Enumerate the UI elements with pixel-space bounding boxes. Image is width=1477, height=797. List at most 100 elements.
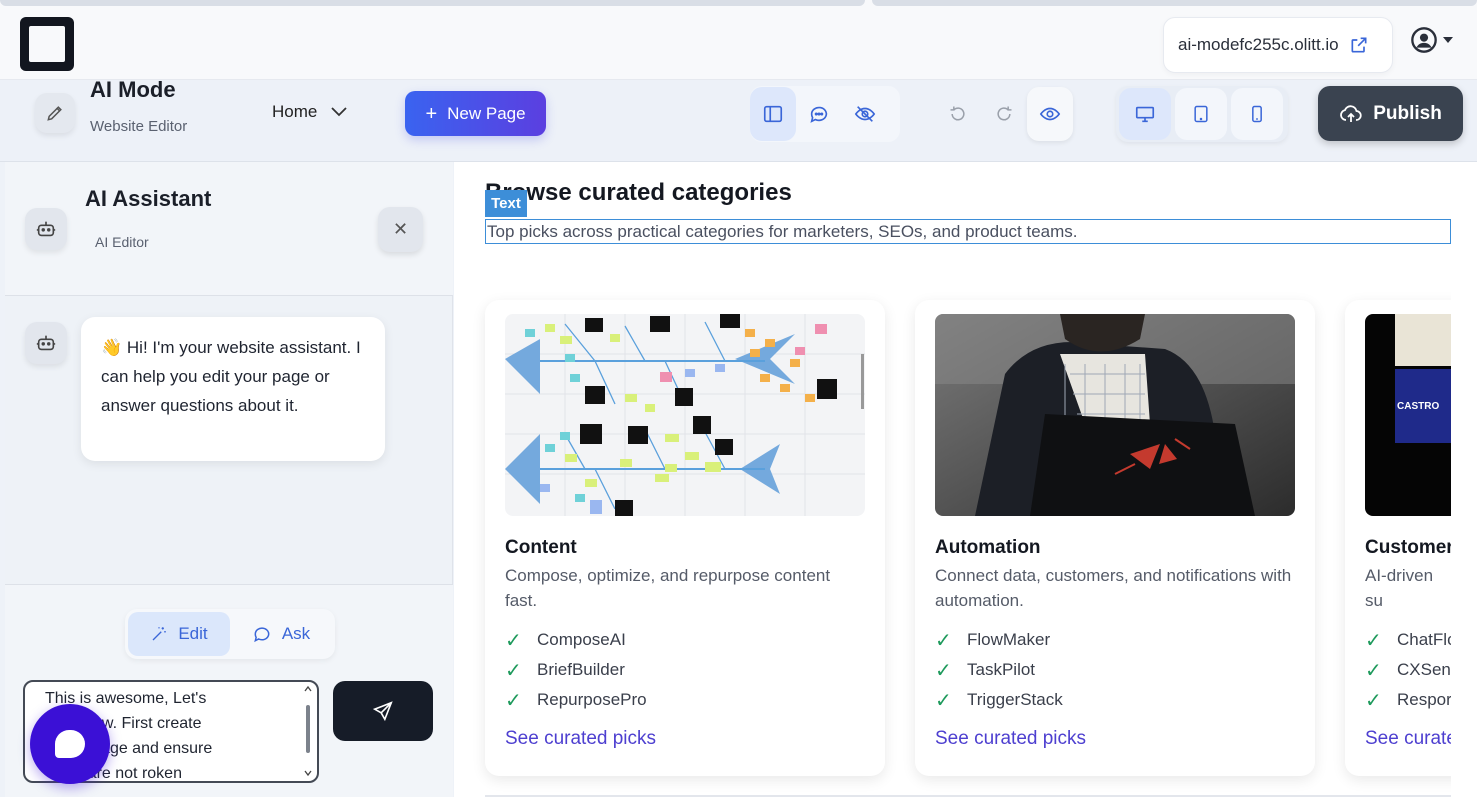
robot-icon <box>36 221 56 237</box>
list-item: ✓ TriggerStack <box>935 685 1063 715</box>
check-icon: ✓ <box>1365 689 1382 712</box>
publish-button[interactable]: Publish <box>1318 86 1463 141</box>
list-item: ✓ CXSens <box>1365 655 1459 685</box>
mindmap-image <box>505 314 865 516</box>
card-tool-list: ✓ ChatFlo ✓ CXSens ✓ Respor <box>1365 625 1459 715</box>
eye-off-icon <box>854 106 876 122</box>
send-message-button[interactable] <box>333 681 433 741</box>
card-image-laptop <box>935 314 1295 516</box>
chat-fab-icon[interactable] <box>30 704 110 784</box>
section-title[interactable]: Browse curated categories <box>485 179 792 207</box>
list-item: ✓ TaskPilot <box>935 655 1063 685</box>
desktop-view-button[interactable] <box>1119 88 1171 140</box>
editor-mode-button[interactable] <box>35 93 75 133</box>
card-description: Connect data, customers, and notificatio… <box>935 566 1292 610</box>
canvas-edge-mask <box>1451 292 1477 797</box>
chat-mode-toggle: Edit Ask <box>125 609 335 659</box>
check-icon: ✓ <box>1365 659 1382 682</box>
close-assistant-button[interactable]: ✕ <box>378 207 423 252</box>
check-icon: ✓ <box>505 629 522 652</box>
ask-mode-button[interactable]: Ask <box>230 612 332 656</box>
tool-name: RepurposePro <box>537 690 647 709</box>
preview-button[interactable] <box>1027 87 1073 141</box>
caret-down-icon <box>1443 37 1453 43</box>
see-curated-picks-link[interactable]: See curated picks <box>505 728 656 750</box>
text-element-tag: Text <box>485 190 527 217</box>
check-icon: ✓ <box>935 689 952 712</box>
browser-tab-strip-right <box>872 0 1477 6</box>
close-icon: ✕ <box>392 219 409 239</box>
document-paper <box>1395 314 1451 366</box>
user-menu[interactable] <box>1410 26 1454 54</box>
mobile-icon <box>1252 105 1262 123</box>
site-url-link[interactable]: ai-modefc255c.olitt.io <box>1163 17 1393 73</box>
cloud-upload-icon <box>1340 104 1362 122</box>
redo-button[interactable] <box>981 87 1027 141</box>
redo-icon <box>997 106 1012 121</box>
page-select-value: Home <box>272 102 318 121</box>
selected-text-element[interactable]: Top picks across practical categories fo… <box>485 219 1451 244</box>
tool-name: FlowMaker <box>967 630 1051 649</box>
list-item: ✓ Respor <box>1365 685 1459 715</box>
page-select-dropdown[interactable]: Home <box>272 102 347 122</box>
see-curated-picks-link[interactable]: See curated picks <box>935 728 1086 750</box>
sidebar-layout-icon <box>763 105 783 123</box>
site-url-text: ai-modefc255c.olitt.io <box>1178 35 1339 54</box>
desktop-icon <box>1135 106 1155 123</box>
undo-button[interactable] <box>935 87 981 141</box>
tool-name: ChatFlo <box>1397 630 1457 649</box>
undo-icon <box>950 106 965 121</box>
card-title: Customer <box>1365 537 1454 558</box>
list-item: ✓ BriefBuilder <box>505 655 647 685</box>
chevron-down-icon <box>331 107 347 117</box>
castro-label: CASTRO <box>1395 369 1451 443</box>
new-page-button[interactable]: + New Page <box>405 91 546 136</box>
mode-subtitle: Website Editor <box>90 118 188 135</box>
tablet-icon <box>1194 105 1208 123</box>
assistant-header: AI Assistant AI Editor ✕ <box>5 162 453 296</box>
toggle-comments-button[interactable] <box>796 87 842 141</box>
eye-icon <box>1039 107 1061 121</box>
logo-icon[interactable] <box>20 17 74 71</box>
robot-icon <box>36 335 56 351</box>
wave-emoji: 👋 <box>101 338 123 357</box>
app-header: ai-modefc255c.olitt.io <box>0 0 1477 80</box>
card-description: Compose, optimize, and repurpose content… <box>505 566 831 610</box>
edit-mode-button[interactable]: Edit <box>128 612 230 656</box>
tool-name: Respor <box>1397 690 1452 709</box>
tool-name: ComposeAI <box>537 630 626 649</box>
edit-mode-label: Edit <box>178 624 208 643</box>
category-card-content[interactable]: Content Compose, optimize, and repurpose… <box>485 300 885 776</box>
mobile-view-button[interactable] <box>1231 88 1283 140</box>
check-icon: ✓ <box>505 689 522 712</box>
ai-assistant-panel: AI Assistant AI Editor ✕ 👋 Hi! I'm your … <box>5 162 453 797</box>
category-card-automation[interactable]: Automation Connect data, customers, and … <box>915 300 1315 776</box>
browser-tab-strip <box>0 0 865 6</box>
message-avatar <box>25 322 67 364</box>
device-toggle-group <box>1116 86 1288 142</box>
magic-wand-icon <box>152 627 167 641</box>
list-item: ✓ ComposeAI <box>505 625 647 655</box>
toggle-sidebar-button[interactable] <box>750 87 796 141</box>
card-description: AI-driven su customers. <box>1365 566 1434 610</box>
editor-toolbar: AI Mode Website Editor Home + New Page P… <box>0 77 1477 162</box>
input-scrollbar[interactable] <box>303 685 313 777</box>
see-curated-picks-link[interactable]: See curate <box>1365 728 1457 750</box>
laptop-photo-image <box>935 314 1295 516</box>
toggle-hidden-button[interactable] <box>842 87 888 141</box>
list-item: ✓ FlowMaker <box>935 625 1063 655</box>
list-item: ✓ ChatFlo <box>1365 625 1459 655</box>
check-icon: ✓ <box>505 659 522 682</box>
panel-toggle-group <box>750 86 900 142</box>
send-icon <box>372 701 393 722</box>
check-icon: ✓ <box>935 629 952 652</box>
history-group <box>935 86 1081 142</box>
tablet-view-button[interactable] <box>1175 88 1227 140</box>
list-item: ✓ RepurposePro <box>505 685 647 715</box>
assistant-message: 👋 Hi! I'm your website assistant. I can … <box>81 317 385 461</box>
card-tool-list: ✓ FlowMaker ✓ TaskPilot ✓ TriggerStack <box>935 625 1063 715</box>
card-title: Automation <box>935 537 1041 558</box>
assistant-title: AI Assistant <box>85 186 212 211</box>
comment-icon <box>810 106 828 123</box>
plus-icon: + <box>425 102 438 125</box>
